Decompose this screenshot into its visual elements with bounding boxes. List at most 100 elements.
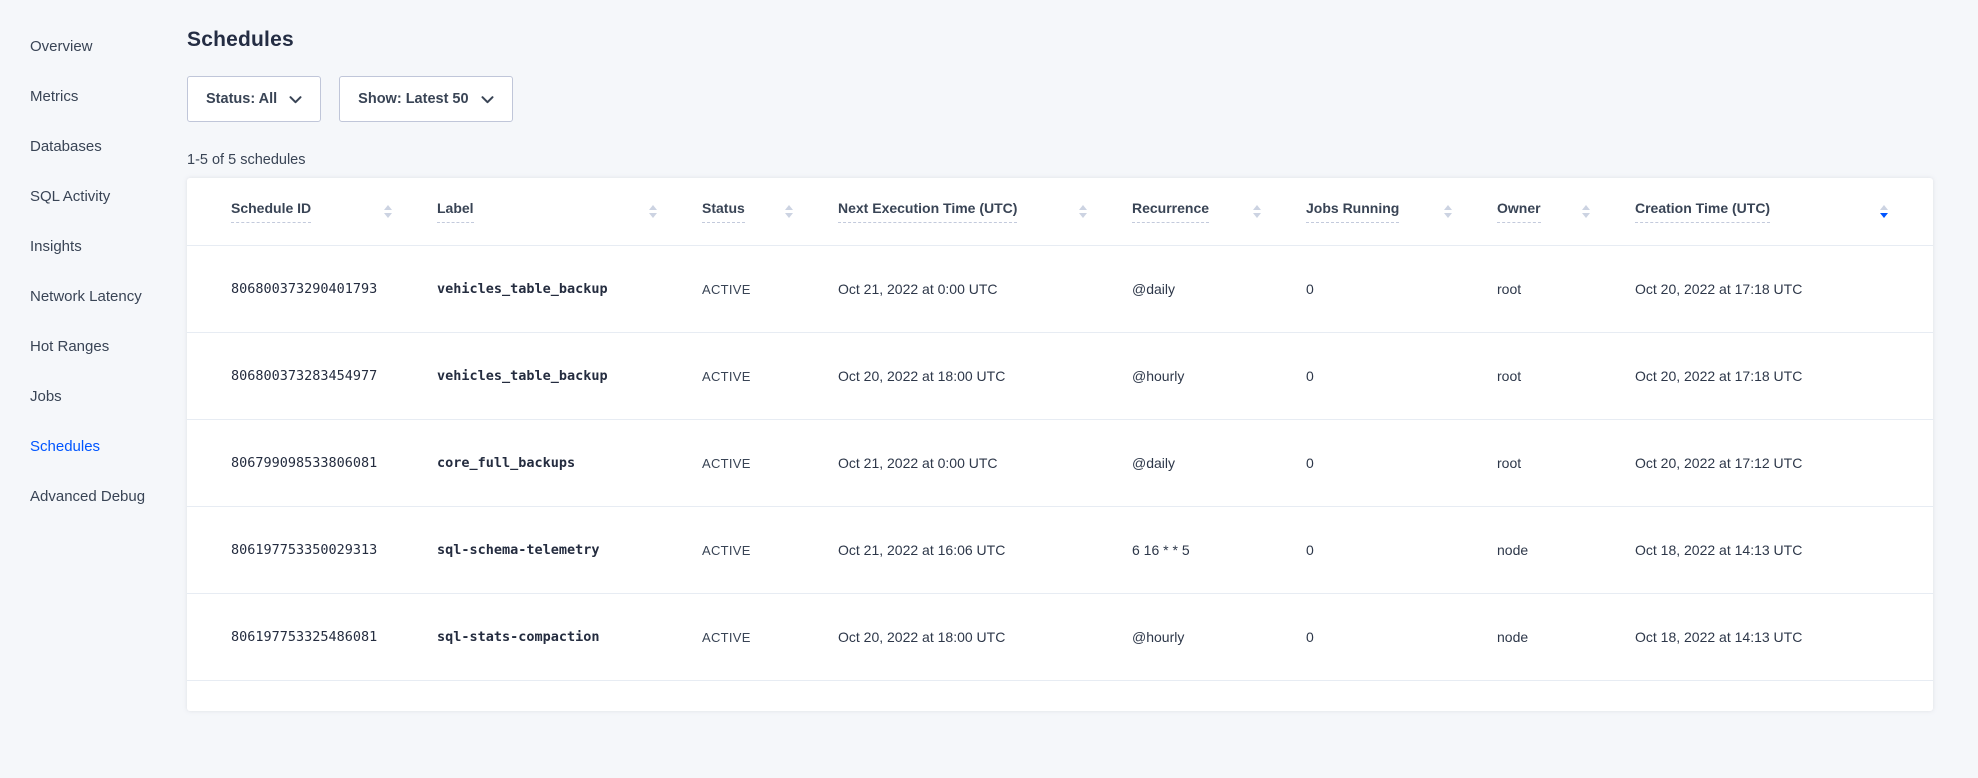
column-header-label: Schedule ID: [231, 200, 311, 223]
sidebar-item-label: Network Latency: [30, 288, 142, 305]
sidebar-item-label: Overview: [30, 38, 93, 55]
schedule-label-cell: vehicles_table_backup: [437, 281, 702, 297]
main-content: Schedules Status: All Show: Latest 50 1-…: [187, 0, 1978, 778]
sort-icon[interactable]: [1444, 205, 1452, 218]
column-header-label: Recurrence: [1132, 200, 1209, 223]
results-count: 1-5 of 5 schedules: [187, 152, 1933, 168]
table-row: 806197753325486081 sql-stats-compaction …: [187, 594, 1933, 681]
sort-desc-arrow-icon: [649, 213, 657, 218]
schedule-label-cell: sql-schema-telemetry: [437, 542, 702, 558]
sidebar-item-label: Jobs: [30, 388, 62, 405]
sidebar-item-insights[interactable]: Insights: [0, 221, 187, 271]
column-header-creation-time-utc[interactable]: Creation Time (UTC): [1635, 200, 1933, 223]
sidebar-item-hot-ranges[interactable]: Hot Ranges: [0, 321, 187, 371]
schedule-status-cell: ACTIVE: [702, 369, 838, 384]
creation-time-cell: Oct 18, 2022 at 14:13 UTC: [1635, 629, 1933, 645]
sort-icon[interactable]: [649, 205, 657, 218]
column-header-owner[interactable]: Owner: [1497, 200, 1635, 223]
column-header-next-execution-time-utc[interactable]: Next Execution Time (UTC): [838, 200, 1132, 223]
sort-icon[interactable]: [384, 205, 392, 218]
sort-desc-arrow-icon: [1079, 213, 1087, 218]
sort-desc-arrow-icon: [785, 213, 793, 218]
sort-desc-arrow-icon: [1582, 213, 1590, 218]
sort-icon[interactable]: [1253, 205, 1261, 218]
sort-desc-arrow-icon: [1880, 213, 1888, 218]
sidebar-item-overview[interactable]: Overview: [0, 21, 187, 71]
column-header-recurrence[interactable]: Recurrence: [1132, 200, 1306, 223]
column-header-label: Owner: [1497, 200, 1541, 223]
sidebar-item-metrics[interactable]: Metrics: [0, 71, 187, 121]
creation-time-cell: Oct 20, 2022 at 17:18 UTC: [1635, 368, 1933, 384]
recurrence-cell: @hourly: [1132, 629, 1306, 645]
sort-icon[interactable]: [1079, 205, 1087, 218]
creation-time-cell: Oct 18, 2022 at 14:13 UTC: [1635, 542, 1933, 558]
schedule-id-cell: 806800373290401793: [231, 281, 437, 297]
schedule-status-cell: ACTIVE: [702, 630, 838, 645]
sort-icon[interactable]: [1582, 205, 1590, 218]
creation-time-cell: Oct 20, 2022 at 17:18 UTC: [1635, 281, 1933, 297]
table-row: 806799098533806081 core_full_backups ACT…: [187, 420, 1933, 507]
filters-bar: Status: All Show: Latest 50: [187, 76, 1933, 122]
schedule-id-cell: 806800373283454977: [231, 368, 437, 384]
sidebar-item-label: SQL Activity: [30, 188, 110, 205]
jobs-running-cell: 0: [1306, 368, 1497, 384]
sidebar-nav: Overview Metrics Databases SQL Activity …: [0, 0, 187, 778]
next-execution-time-cell: Oct 21, 2022 at 16:06 UTC: [838, 542, 1132, 558]
show-filter-dropdown[interactable]: Show: Latest 50: [339, 76, 512, 122]
sort-asc-arrow-icon: [384, 205, 392, 210]
next-execution-time-cell: Oct 21, 2022 at 0:00 UTC: [838, 281, 1132, 297]
schedule-status-cell: ACTIVE: [702, 543, 838, 558]
sort-asc-arrow-icon: [649, 205, 657, 210]
sidebar-item-sql-activity[interactable]: SQL Activity: [0, 171, 187, 221]
next-execution-time-cell: Oct 21, 2022 at 0:00 UTC: [838, 455, 1132, 471]
schedule-status-cell: ACTIVE: [702, 282, 838, 297]
creation-time-cell: Oct 20, 2022 at 17:12 UTC: [1635, 455, 1933, 471]
owner-cell: root: [1497, 455, 1635, 471]
column-header-schedule-id[interactable]: Schedule ID: [231, 200, 437, 223]
recurrence-cell: @daily: [1132, 455, 1306, 471]
recurrence-cell: @daily: [1132, 281, 1306, 297]
next-execution-time-cell: Oct 20, 2022 at 18:00 UTC: [838, 368, 1132, 384]
recurrence-cell: 6 16 * * 5: [1132, 542, 1306, 558]
owner-cell: root: [1497, 281, 1635, 297]
sort-desc-arrow-icon: [1444, 213, 1452, 218]
sidebar-item-label: Advanced Debug: [30, 488, 145, 505]
column-header-label[interactable]: Label: [437, 200, 702, 223]
column-header-status[interactable]: Status: [702, 200, 838, 223]
chevron-down-icon: [481, 96, 494, 104]
sidebar-item-jobs[interactable]: Jobs: [0, 371, 187, 421]
owner-cell: root: [1497, 368, 1635, 384]
sort-asc-arrow-icon: [1253, 205, 1261, 210]
schedule-label-cell: vehicles_table_backup: [437, 368, 702, 384]
column-header-jobs-running[interactable]: Jobs Running: [1306, 200, 1497, 223]
table-body: 806800373290401793 vehicles_table_backup…: [187, 246, 1933, 681]
schedule-id-cell: 806197753325486081: [231, 629, 437, 645]
sort-asc-arrow-icon: [1079, 205, 1087, 210]
schedule-id-cell: 806197753350029313: [231, 542, 437, 558]
sort-asc-arrow-icon: [1880, 205, 1888, 210]
sidebar-item-label: Hot Ranges: [30, 338, 109, 355]
sidebar-item-databases[interactable]: Databases: [0, 121, 187, 171]
chevron-down-icon: [289, 96, 302, 104]
sort-asc-arrow-icon: [1444, 205, 1452, 210]
table-row: 806800373290401793 vehicles_table_backup…: [187, 246, 1933, 333]
sidebar-item-label: Metrics: [30, 88, 78, 105]
sidebar-item-schedules[interactable]: Schedules: [0, 421, 187, 471]
sidebar-item-label: Insights: [30, 238, 82, 255]
sidebar-item-network-latency[interactable]: Network Latency: [0, 271, 187, 321]
sort-icon[interactable]: [1880, 205, 1888, 218]
sort-icon[interactable]: [785, 205, 793, 218]
sidebar-item-label: Databases: [30, 138, 102, 155]
sidebar-item-advanced-debug[interactable]: Advanced Debug: [0, 471, 187, 521]
status-filter-dropdown[interactable]: Status: All: [187, 76, 321, 122]
column-header-label: Next Execution Time (UTC): [838, 200, 1017, 223]
recurrence-cell: @hourly: [1132, 368, 1306, 384]
sort-asc-arrow-icon: [1582, 205, 1590, 210]
show-filter-label: Show: Latest 50: [358, 91, 468, 107]
jobs-running-cell: 0: [1306, 281, 1497, 297]
owner-cell: node: [1497, 542, 1635, 558]
page-title: Schedules: [187, 28, 1933, 52]
next-execution-time-cell: Oct 20, 2022 at 18:00 UTC: [838, 629, 1132, 645]
table-row: 806800373283454977 vehicles_table_backup…: [187, 333, 1933, 420]
status-filter-label: Status: All: [206, 91, 277, 107]
